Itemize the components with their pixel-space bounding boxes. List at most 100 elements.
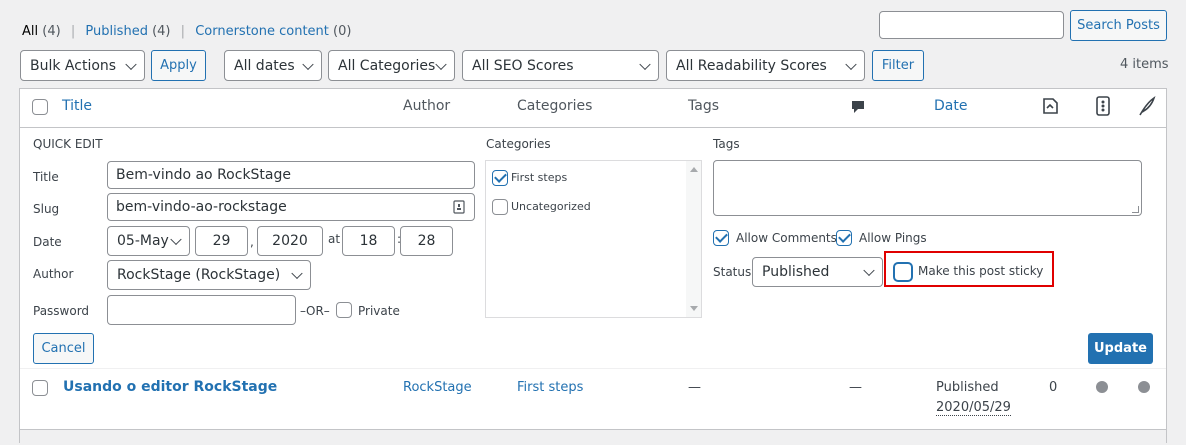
categories-select[interactable]: All Categories [328, 50, 455, 81]
readability-scores-select[interactable]: All Readability Scores [666, 50, 865, 81]
comment-icon[interactable] [850, 99, 866, 119]
allow-comments-label: Allow Comments [736, 231, 837, 245]
allow-comments-checkbox[interactable] [713, 230, 729, 246]
sticky-checkbox[interactable] [894, 263, 912, 281]
chevron-down-icon [845, 58, 857, 70]
scroll-down-icon[interactable] [690, 306, 698, 311]
date-comma: , [250, 235, 254, 249]
slug-input[interactable]: bem-vindo-ao-rockstage [107, 193, 475, 221]
filter-cornerstone-count: (0) [333, 24, 352, 39]
posts-table: Title Author Categories Tags Date QUICK … [19, 88, 1167, 445]
bulk-actions-select[interactable]: Bulk Actions [20, 50, 145, 81]
dates-select[interactable]: All dates [224, 50, 322, 81]
column-author: Author [403, 98, 451, 114]
header-divider [20, 127, 1166, 128]
bulk-actions-label: Bulk Actions [30, 57, 117, 74]
row-checkbox[interactable] [32, 380, 48, 396]
chevron-down-icon [291, 267, 303, 280]
categories-label: All Categories [338, 57, 436, 74]
column-categories: Categories [517, 98, 593, 114]
hour-input[interactable]: 18 [342, 226, 395, 256]
slug-label: Slug [33, 202, 60, 216]
password-label: Password [33, 304, 90, 318]
categories-label: Categories [486, 137, 551, 151]
category-label: First steps [511, 171, 568, 184]
seo-links-icon [1040, 96, 1060, 120]
chevron-down-icon [170, 233, 182, 246]
post-links-count: 0 [1049, 380, 1058, 395]
sticky-label: Make this post sticky [918, 264, 1044, 278]
month-value: 05-May [117, 233, 169, 249]
month-select[interactable]: 05-May [107, 226, 190, 256]
resize-handle-icon[interactable] [1132, 206, 1139, 213]
allow-pings-checkbox[interactable] [836, 230, 852, 246]
post-date: 2020/05/29 [936, 400, 1011, 416]
status-value: Published [762, 264, 830, 280]
category-label: Uncategorized [511, 200, 591, 213]
readability-icon [1096, 96, 1110, 120]
password-manager-icon[interactable] [453, 200, 465, 218]
chevron-down-icon [302, 58, 314, 70]
seo-scores-label: All SEO Scores [472, 57, 574, 74]
category-first-steps-checkbox[interactable] [492, 170, 508, 186]
category-uncategorized-checkbox[interactable] [492, 199, 508, 215]
seo-score-icon [1096, 381, 1108, 393]
apply-button[interactable]: Apply [151, 50, 206, 81]
post-title-link[interactable]: Usando o editor RockStage [63, 379, 277, 395]
column-title[interactable]: Title [62, 98, 92, 114]
date-at: at [328, 232, 341, 246]
author-value: RockStage (RockStage) [117, 267, 281, 283]
filter-button[interactable]: Filter [872, 50, 924, 81]
chevron-down-icon [125, 58, 137, 70]
tags-textarea[interactable] [713, 160, 1142, 216]
scroll-up-icon[interactable] [690, 167, 698, 172]
row-divider [20, 368, 1166, 369]
column-date[interactable]: Date [934, 98, 967, 114]
or-separator: –OR– [300, 304, 330, 318]
dates-label: All dates [234, 57, 295, 74]
categories-scrollbar[interactable] [686, 161, 701, 317]
post-tags: — [688, 380, 701, 395]
items-count: 4 items [1120, 57, 1169, 72]
categories-checklist: First steps Uncategorized [485, 160, 702, 318]
post-author-link[interactable]: RockStage [403, 380, 472, 395]
column-tags: Tags [688, 98, 719, 114]
feather-icon [1138, 96, 1156, 120]
post-comments: — [849, 380, 862, 395]
password-input[interactable] [107, 295, 296, 325]
author-select[interactable]: RockStage (RockStage) [107, 260, 311, 290]
filter-cornerstone[interactable]: Cornerstone content [195, 24, 329, 39]
filter-published[interactable]: Published [85, 24, 148, 39]
seo-scores-select[interactable]: All SEO Scores [462, 50, 659, 81]
status-select[interactable]: Published [752, 257, 883, 287]
title-label: Title [33, 170, 59, 184]
separator: | [70, 24, 76, 39]
search-input[interactable] [879, 11, 1064, 39]
filter-all[interactable]: All [22, 24, 38, 39]
private-label: Private [358, 304, 400, 318]
quick-edit-heading: QUICK EDIT [33, 137, 103, 151]
allow-pings-label: Allow Pings [859, 231, 927, 245]
post-category-link[interactable]: First steps [517, 380, 583, 395]
chevron-down-icon [639, 58, 651, 70]
minute-input[interactable]: 28 [400, 226, 453, 256]
select-all-checkbox[interactable] [32, 99, 48, 115]
title-input[interactable]: Bem-vindo ao RockStage [107, 161, 475, 189]
tags-label: Tags [713, 137, 740, 151]
private-checkbox[interactable] [336, 302, 352, 318]
author-label: Author [33, 267, 74, 281]
filter-all-count: (4) [42, 24, 61, 39]
post-date-status: Published [936, 380, 999, 395]
cancel-button[interactable]: Cancel [33, 333, 94, 364]
year-input[interactable]: 2020 [257, 226, 323, 256]
readability-scores-label: All Readability Scores [676, 57, 827, 74]
filter-published-count: (4) [152, 24, 171, 39]
readability-score-icon [1138, 381, 1150, 393]
status-filter-links: All (4) | Published (4) | Cornerstone co… [22, 24, 351, 39]
status-label: Status [713, 265, 752, 279]
date-label: Date [33, 235, 62, 249]
day-input[interactable]: 29 [195, 226, 248, 256]
update-button[interactable]: Update [1088, 333, 1153, 364]
chevron-down-icon [863, 264, 875, 277]
search-posts-button[interactable]: Search Posts [1070, 10, 1167, 41]
